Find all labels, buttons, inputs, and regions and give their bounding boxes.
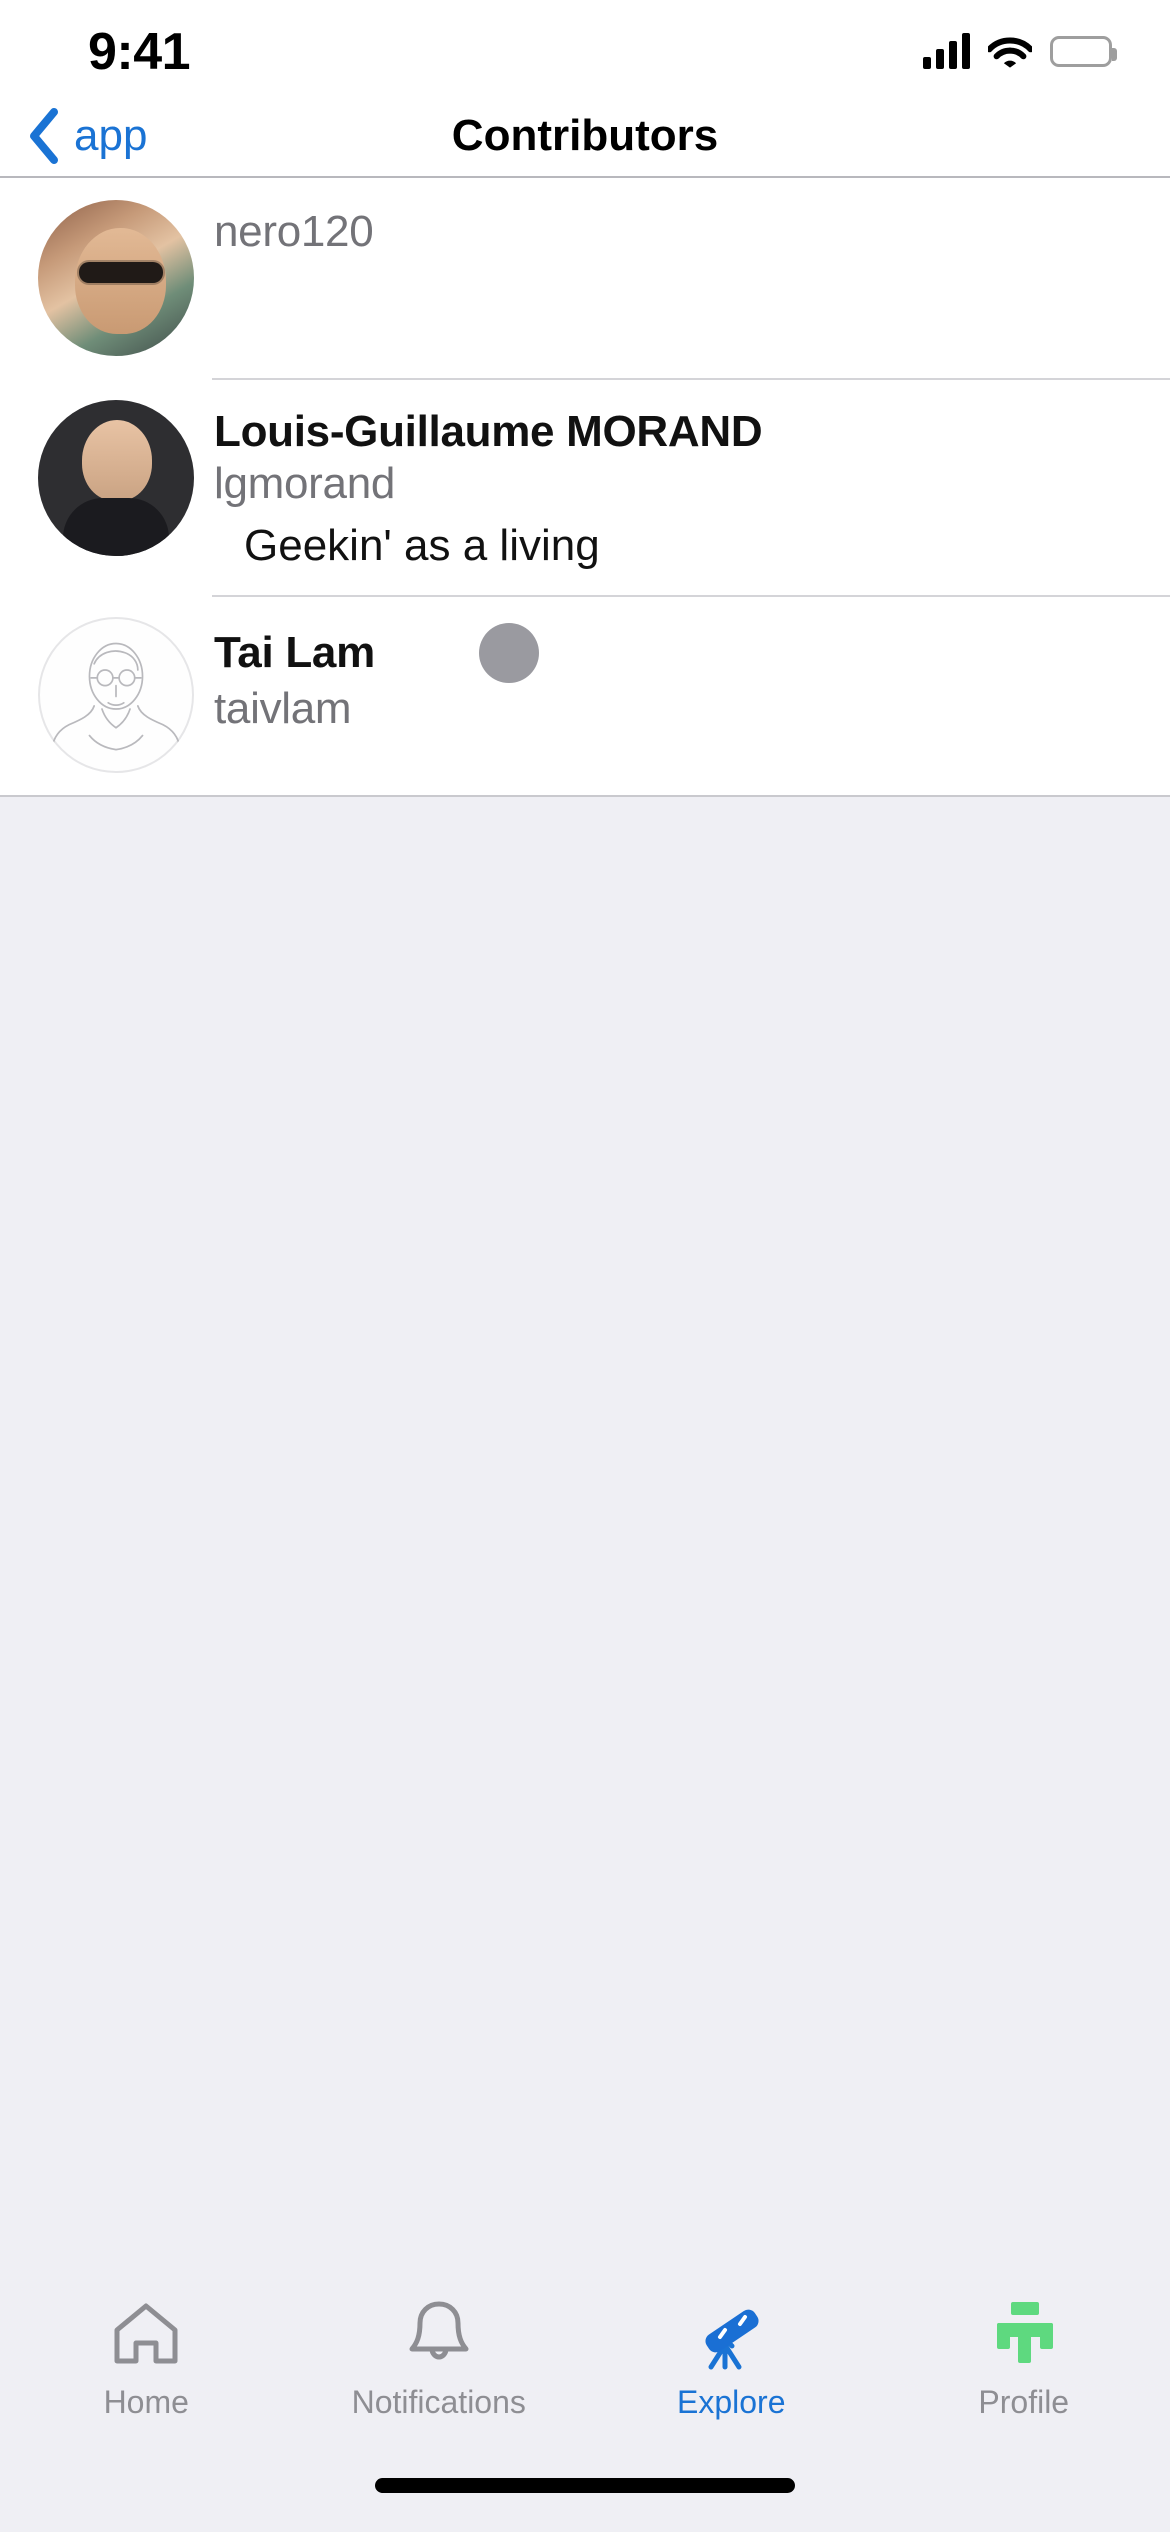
page-title: Contributors xyxy=(451,111,719,160)
tab-label: Profile xyxy=(978,2384,1070,2420)
tab-bar: Home Notifications Explore Profile xyxy=(0,2274,1170,2470)
profile-icon xyxy=(985,2292,1063,2376)
list-item[interactable]: Tai Lam taivlam xyxy=(0,594,1170,795)
tab-label: Explore xyxy=(677,2384,786,2420)
battery-icon xyxy=(1050,35,1117,67)
list-item[interactable]: Louis-Guillaume MORAND lgmorand Geekin' … xyxy=(0,378,1170,595)
back-button[interactable]: app xyxy=(0,108,147,164)
content-empty-area xyxy=(0,796,1170,2274)
contributor-username: nero120 xyxy=(214,207,374,256)
avatar xyxy=(38,400,194,556)
list-item[interactable]: nero120 xyxy=(0,178,1170,378)
contributor-username: lgmorand xyxy=(214,458,396,508)
avatar xyxy=(38,200,194,356)
contributor-name: Louis-Guillaume MORAND xyxy=(214,407,763,456)
navigation-bar: app Contributors xyxy=(0,96,1170,178)
list-item-body: Louis-Guillaume MORAND lgmorand Geekin' … xyxy=(194,400,1170,573)
contributor-bio: Geekin' as a living xyxy=(244,520,600,570)
home-indicator-area xyxy=(0,2470,1170,2532)
avatar xyxy=(38,616,194,773)
tab-label: Notifications xyxy=(351,2384,526,2420)
tab-profile[interactable]: Profile xyxy=(878,2292,1170,2418)
phone-screen: 9:41 app Contributors nero120 Louis-Guil… xyxy=(0,0,1170,2532)
list-item-body: Tai Lam taivlam xyxy=(194,617,1170,735)
back-button-label: app xyxy=(74,111,148,160)
cellular-signal-icon xyxy=(923,33,970,69)
home-icon xyxy=(109,2292,183,2376)
status-bar: 9:41 xyxy=(0,0,1170,96)
home-indicator[interactable] xyxy=(375,2478,795,2493)
contributor-name-row: Tai Lam xyxy=(214,622,1170,683)
status-bar-indicators xyxy=(923,27,1117,69)
tab-label: Home xyxy=(103,2384,189,2420)
loading-indicator-dot xyxy=(478,622,539,683)
chevron-left-icon xyxy=(26,108,60,164)
telescope-icon xyxy=(691,2292,771,2376)
list-item-body: nero120 xyxy=(194,200,1170,258)
tab-explore[interactable]: Explore xyxy=(585,2292,878,2418)
bell-icon xyxy=(404,2292,474,2376)
contributor-name: Tai Lam xyxy=(214,627,375,677)
contributors-list: nero120 Louis-Guillaume MORAND lgmorand … xyxy=(0,178,1170,797)
tab-notifications[interactable]: Notifications xyxy=(293,2292,586,2418)
contributor-username: taivlam xyxy=(214,683,352,733)
tab-home[interactable]: Home xyxy=(0,2292,293,2418)
wifi-icon xyxy=(988,34,1032,68)
